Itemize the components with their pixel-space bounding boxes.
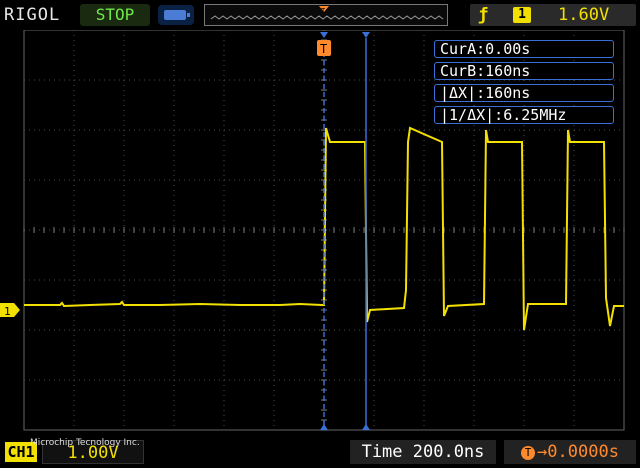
trigger-offset-icon: T	[521, 446, 536, 460]
cursor-frequency-readout: |1/ΔX|:6.25MHz	[434, 106, 614, 124]
channel1-marker-label: 1	[4, 305, 11, 318]
cursor-b-readout: CurB:160ns	[434, 62, 614, 80]
run-stop-status[interactable]: STOP	[80, 4, 150, 26]
brand-logo: RIGOL	[4, 5, 61, 25]
trigger-source-badge: 1	[513, 7, 531, 23]
watermark: Microchip Tecnology Inc.	[30, 438, 140, 448]
cursor-a-readout: CurA:0.00s	[434, 40, 614, 58]
memory-depth-icon	[158, 5, 194, 25]
trigger-offset-readout[interactable]: T →0.0000s	[504, 440, 636, 464]
rising-edge-icon: ƒ	[478, 5, 489, 25]
cursor-delta-readout: |ΔX|:160ns	[434, 84, 614, 102]
memory-overview-strip: T	[204, 4, 448, 26]
trigger-marker-label: T	[320, 42, 327, 56]
trigger-panel[interactable]	[470, 4, 636, 26]
memory-waveform-preview: T	[210, 6, 444, 20]
timebase-readout[interactable]: Time 200.0ns	[350, 440, 496, 464]
trigger-level-value: 1.60V	[558, 5, 610, 25]
trigger-offset-value: 0.0000s	[547, 442, 619, 462]
